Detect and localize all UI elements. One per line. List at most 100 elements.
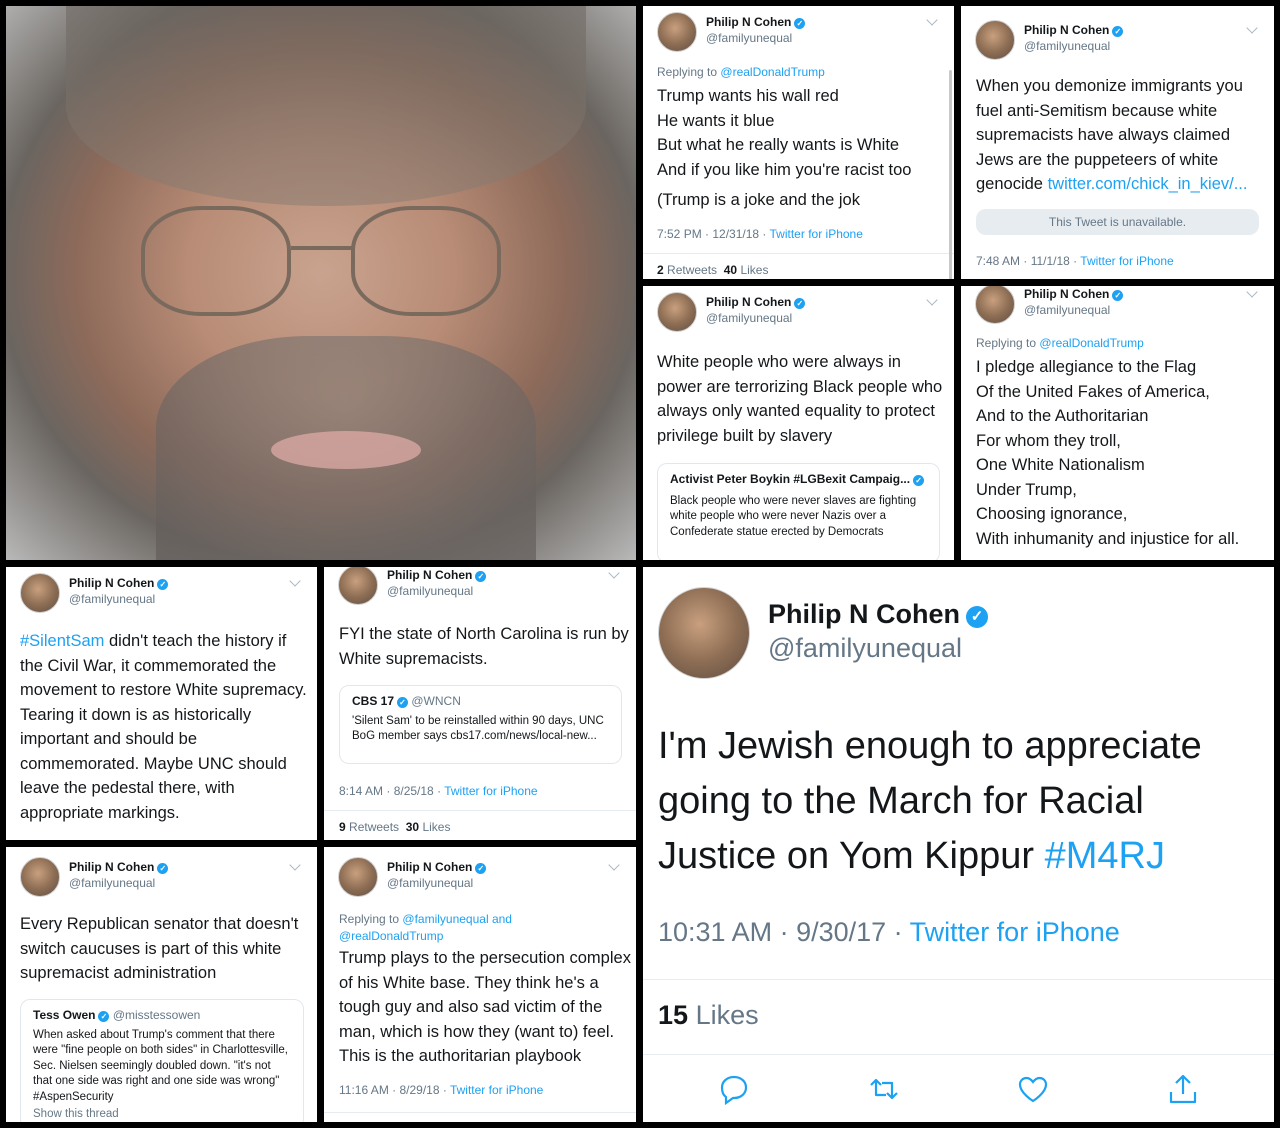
glasses-right-lens [351,206,501,316]
divider [324,810,636,811]
hair-shape [66,6,586,206]
tweet-source-link[interactable]: Twitter for iPhone [444,784,537,798]
user-name[interactable]: Philip N Cohen ✓ [706,295,806,309]
chevron-down-icon[interactable] [608,859,620,871]
likes-label[interactable]: Likes [740,263,768,277]
tweet-text: FYI the state of North Carolina is run b… [339,625,629,668]
glasses-bridge [291,246,353,250]
user-name[interactable]: Philip N Cohen ✓ [387,568,487,582]
chevron-down-icon[interactable] [926,294,938,306]
tweet-source-link[interactable]: Twitter for iPhone [450,1083,543,1097]
likes-label[interactable]: Likes [422,820,450,834]
tweet-power: Philip N Cohen ✓ @familyunequal White peo… [643,286,954,560]
user-handle[interactable]: @familyunequal [706,31,792,45]
user-name[interactable]: Philip N Cohen ✓ [69,576,169,590]
verified-icon: ✓ [913,475,925,486]
like-icon[interactable] [1016,1072,1050,1106]
quoted-user-name: Activist Peter Boykin #LGBexit Campaig..… [670,472,927,488]
avatar[interactable] [975,20,1015,60]
user-name[interactable]: Philip N Cohen ✓ [1024,287,1124,301]
quoted-user-name: Tess Owen ✓ @misstessowen [33,1008,201,1022]
tweet-source-link[interactable]: Twitter for iPhone [1080,254,1173,268]
tweet-text: Every Republican senator that doesn't sw… [20,915,299,982]
avatar[interactable] [20,573,60,613]
retweet-icon[interactable] [867,1072,901,1106]
user-name[interactable]: Philip N Cohen ✓ [69,860,169,874]
hashtag-link[interactable]: #SilentSam [20,632,104,650]
quoted-tweet[interactable]: CBS 17 ✓ @WNCN 'Silent Sam' to be reinsta… [339,685,622,764]
user-handle[interactable]: @familyunequal [69,592,155,606]
glasses-left-lens [141,206,291,316]
verified-icon: ✓ [397,697,409,708]
tweet-source-link[interactable]: Twitter for iPhone [910,917,1120,947]
tweet-stats: 2 Retweets 40 Likes [657,263,769,277]
hashtag-link[interactable]: #M4RJ [1045,835,1165,877]
user-handle[interactable]: @familyunequal [1024,39,1110,53]
user-handle[interactable]: @familyunequal [1024,303,1110,317]
reply-mention[interactable]: @realDonaldTrump [720,65,824,79]
verified-icon: ✓ [794,298,806,309]
reply-mention-2[interactable]: @realDonaldTrump [339,929,443,943]
replying-to: Replying to @familyunequal and @realDonal… [339,912,512,943]
tweet-actions [659,1072,1258,1106]
user-handle[interactable]: @familyunequal [387,584,473,598]
scrollbar[interactable] [949,70,952,279]
tweet-link[interactable]: twitter.com/chick_in_kiev/... [1048,175,1248,193]
avatar[interactable] [658,587,750,679]
tweet-yom-kippur: Philip N Cohen ✓ @familyunequal I'm Jewis… [643,567,1274,1122]
user-name[interactable]: Philip N Cohen ✓ [768,599,988,630]
tweet-timestamp: 7:48 AM · 11/1/18 · Twitter for iPhone [976,254,1174,268]
reply-mention-1[interactable]: @familyunequal [402,912,488,926]
tweet-source-link[interactable]: Twitter for iPhone [770,227,863,241]
tweet-text: White people who were always in power ar… [657,353,943,445]
chevron-down-icon[interactable] [289,859,301,871]
show-thread-link[interactable]: Show this thread [33,1107,291,1122]
user-handle[interactable]: @familyunequal [706,311,792,325]
tweet-pledge: Philip N Cohen ✓ @familyunequal Replying … [961,286,1274,560]
quoted-tweet[interactable]: Activist Peter Boykin #LGBexit Campaig..… [657,463,940,560]
divider [643,253,954,254]
share-icon[interactable] [1166,1072,1200,1106]
quoted-user-name: CBS 17 ✓ @WNCN [352,694,461,708]
user-name[interactable]: Philip N Cohen ✓ [706,15,806,29]
avatar[interactable] [975,286,1015,324]
verified-icon: ✓ [794,18,806,29]
tweet-header: Philip N Cohen ✓ @familyunequal [20,857,303,901]
chevron-down-icon[interactable] [1246,22,1258,34]
tweet-text: #SilentSam didn't teach the history if t… [20,632,307,822]
avatar[interactable] [657,12,697,52]
quoted-tweet[interactable]: Tess Owen ✓ @misstessowen When asked abou… [20,999,304,1122]
likes-label[interactable]: Likes [696,1000,759,1030]
user-handle[interactable]: @familyunequal [768,633,962,664]
verified-icon: ✓ [966,606,988,628]
user-handle[interactable]: @familyunequal [69,876,155,890]
tweet-header: Philip N Cohen ✓ @familyunequal [657,292,940,336]
avatar[interactable] [338,567,378,605]
user-handle[interactable]: @familyunequal [387,876,473,890]
tweet-header: Philip N Cohen ✓ @familyunequal [975,20,1260,64]
tweet-header: Philip N Cohen ✓ @familyunequal [20,573,303,617]
retweets-label[interactable]: Retweets [349,820,399,834]
user-name[interactable]: Philip N Cohen ✓ [1024,23,1124,37]
reply-mention[interactable]: @realDonaldTrump [1039,336,1143,350]
user-name[interactable]: Philip N Cohen ✓ [387,860,487,874]
tweet-immigrants: Philip N Cohen ✓ @familyunequal When you … [961,6,1274,279]
verified-icon: ✓ [157,579,169,590]
replying-to: Replying to @realDonaldTrump [976,336,1144,350]
avatar[interactable] [20,857,60,897]
avatar[interactable] [657,292,697,332]
quoted-text: When asked about Trump's comment that th… [33,1028,288,1103]
retweets-label[interactable]: Retweets [667,263,717,277]
verified-icon: ✓ [98,1011,110,1022]
reply-icon[interactable] [717,1072,751,1106]
chevron-down-icon[interactable] [926,14,938,26]
verified-icon: ✓ [1112,26,1124,37]
chevron-down-icon[interactable] [1246,286,1258,298]
tweet-text: When you demonize immigrants you fuel an… [976,77,1248,193]
tweet-timestamp: 7:52 PM · 12/31/18 · Twitter for iPhone [657,227,863,241]
chevron-down-icon[interactable] [289,575,301,587]
tweet-header: Philip N Cohen ✓ @familyunequal [338,857,622,901]
avatar[interactable] [338,857,378,897]
tweet-silent-sam: Philip N Cohen ✓ @familyunequal #SilentSa… [6,567,317,840]
chevron-down-icon[interactable] [608,567,620,579]
